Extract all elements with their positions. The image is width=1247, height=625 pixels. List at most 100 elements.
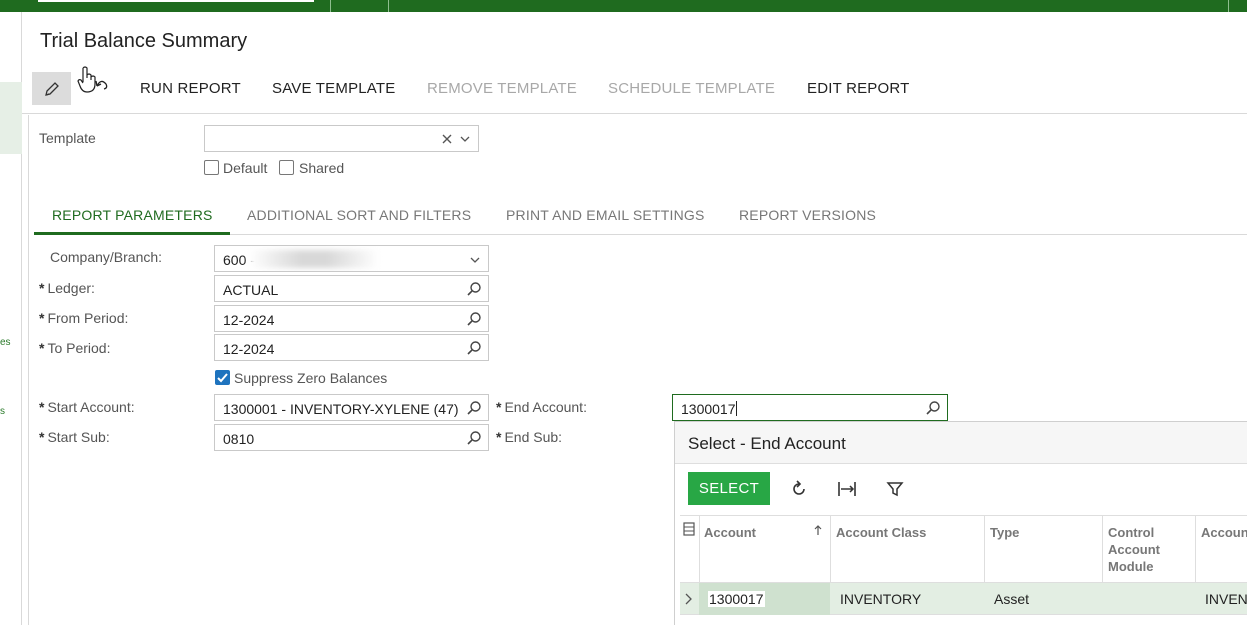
column-header-control-account-module[interactable]: Control Account Module [1108, 524, 1188, 575]
refresh-button[interactable] [787, 477, 811, 501]
column-header-account[interactable]: Account [704, 524, 756, 541]
start-account-value: 1300001 - INVENTORY-XYLENE (47) [223, 401, 459, 417]
refresh-icon [793, 480, 805, 495]
schedule-template-button[interactable]: SCHEDULE TEMPLATE [608, 80, 775, 97]
clear-icon[interactable] [442, 134, 452, 144]
to-period-field[interactable]: 12-2024 [214, 334, 489, 361]
report-form: Template Default Shared REPORT PARAMETER… [28, 115, 1247, 625]
from-period-value: 12-2024 [223, 312, 275, 328]
left-rail-highlight [0, 82, 22, 154]
column-separator [984, 516, 985, 584]
end-account-label: * End Account: [496, 399, 587, 415]
start-sub-field[interactable]: 0810 [214, 424, 489, 451]
required-mark: * [496, 429, 502, 445]
ledger-label: * Ledger: [39, 280, 95, 296]
tab-report-versions[interactable]: REPORT VERSIONS [739, 207, 876, 223]
filter-button[interactable] [883, 477, 907, 501]
to-period-label-text: To Period: [47, 340, 111, 356]
column-separator [830, 516, 831, 584]
chevron-right-icon[interactable] [684, 593, 692, 605]
start-account-label: * Start Account: [39, 399, 135, 415]
top-divider [330, 0, 331, 12]
edit-button[interactable] [32, 72, 71, 105]
shared-checkbox[interactable] [279, 160, 294, 175]
column-separator [699, 516, 700, 584]
top-nav-bar [0, 0, 1247, 12]
pencil-icon [44, 81, 59, 96]
grid-header: Account Account Class Type Control Accou… [680, 515, 1247, 584]
search-icon[interactable] [466, 400, 482, 416]
tab-print-and-email-settings[interactable]: PRINT AND EMAIL SETTINGS [506, 207, 705, 223]
left-rail: es s [0, 12, 22, 625]
run-report-button[interactable]: RUN REPORT [140, 80, 241, 97]
left-rail-fragment[interactable]: es [0, 337, 11, 348]
required-mark: * [39, 399, 45, 415]
start-sub-value: 0810 [223, 431, 255, 447]
required-mark: * [39, 310, 45, 326]
redacted-text [249, 250, 379, 268]
end-account-value: 1300017 [681, 401, 736, 417]
end-sub-label: * End Sub: [496, 429, 562, 445]
edit-report-button[interactable]: EDIT REPORT [807, 80, 910, 97]
page-title: Trial Balance Summary [40, 30, 248, 52]
chevron-down-icon[interactable] [470, 256, 480, 264]
from-period-field[interactable]: 12-2024 [214, 305, 489, 332]
company-branch-label: Company/Branch: [50, 249, 163, 265]
end-sub-label-text: End Sub: [504, 429, 563, 445]
sort-ascending-icon[interactable] [814, 524, 822, 536]
checkmark-icon [217, 373, 228, 383]
column-header-account-class[interactable]: Account Class [836, 524, 926, 541]
table-row[interactable]: 1300017 INVENTORY Asset INVEN [680, 583, 1247, 615]
start-sub-label-text: Start Sub: [47, 429, 110, 445]
column-separator [1102, 516, 1103, 584]
tab-additional-sort-and-filters[interactable]: ADDITIONAL SORT AND FILTERS [247, 207, 471, 223]
tab-report-parameters[interactable]: REPORT PARAMETERS [52, 207, 213, 223]
search-icon[interactable] [466, 340, 482, 356]
required-mark: * [39, 280, 45, 296]
fit-columns-button[interactable] [835, 477, 859, 501]
search-icon[interactable] [466, 281, 482, 297]
top-divider [388, 0, 389, 12]
tab-bar: REPORT PARAMETERS ADDITIONAL SORT AND FI… [34, 197, 1247, 235]
search-icon[interactable] [925, 400, 941, 416]
select-button[interactable]: SELECT [688, 472, 770, 505]
chevron-down-icon[interactable] [460, 135, 470, 143]
cell-account: 1300017 [708, 591, 765, 607]
save-template-button[interactable]: SAVE TEMPLATE [272, 80, 395, 97]
top-search-underline [38, 0, 314, 2]
remove-template-button[interactable]: REMOVE TEMPLATE [427, 80, 577, 97]
required-mark: * [39, 429, 45, 445]
end-account-field[interactable]: 1300017 [672, 394, 948, 421]
from-period-label: * From Period: [39, 310, 128, 326]
left-rail-fragment[interactable]: s [0, 406, 5, 417]
lookup-title: Select - End Account [688, 434, 846, 453]
company-branch-select[interactable]: 600 - [214, 245, 489, 272]
text-caret [735, 401, 737, 416]
search-icon[interactable] [466, 311, 482, 327]
grid-settings-icon[interactable] [683, 522, 695, 536]
template-select[interactable] [204, 125, 479, 152]
column-separator [1195, 516, 1196, 584]
required-mark: * [39, 340, 45, 356]
suppress-zero-checkbox[interactable] [215, 370, 230, 385]
end-account-lookup-panel: Select - End Account SELECT Account Acco… [674, 421, 1247, 625]
start-account-label-text: Start Account: [47, 399, 135, 415]
lookup-header: Select - End Account [675, 422, 1247, 464]
ledger-value: ACTUAL [223, 282, 279, 298]
column-header-account-truncated[interactable]: Accoun [1201, 524, 1247, 541]
fit-width-icon [838, 482, 856, 496]
start-account-field[interactable]: 1300001 - INVENTORY-XYLENE (47) [214, 394, 489, 421]
shared-label: Shared [299, 160, 345, 176]
filter-icon [886, 482, 904, 497]
cell-extra: INVEN [1205, 591, 1247, 607]
selected-cell[interactable]: 1300017 [699, 583, 830, 615]
default-checkbox[interactable] [204, 160, 219, 175]
suppress-zero-label: Suppress Zero Balances [234, 370, 388, 386]
ledger-label-text: Ledger: [47, 280, 95, 296]
ledger-field[interactable]: ACTUAL [214, 275, 489, 302]
column-header-type[interactable]: Type [990, 524, 1019, 541]
top-divider [1228, 0, 1229, 12]
start-sub-label: * Start Sub: [39, 429, 110, 445]
required-mark: * [496, 399, 502, 415]
search-icon[interactable] [466, 430, 482, 446]
